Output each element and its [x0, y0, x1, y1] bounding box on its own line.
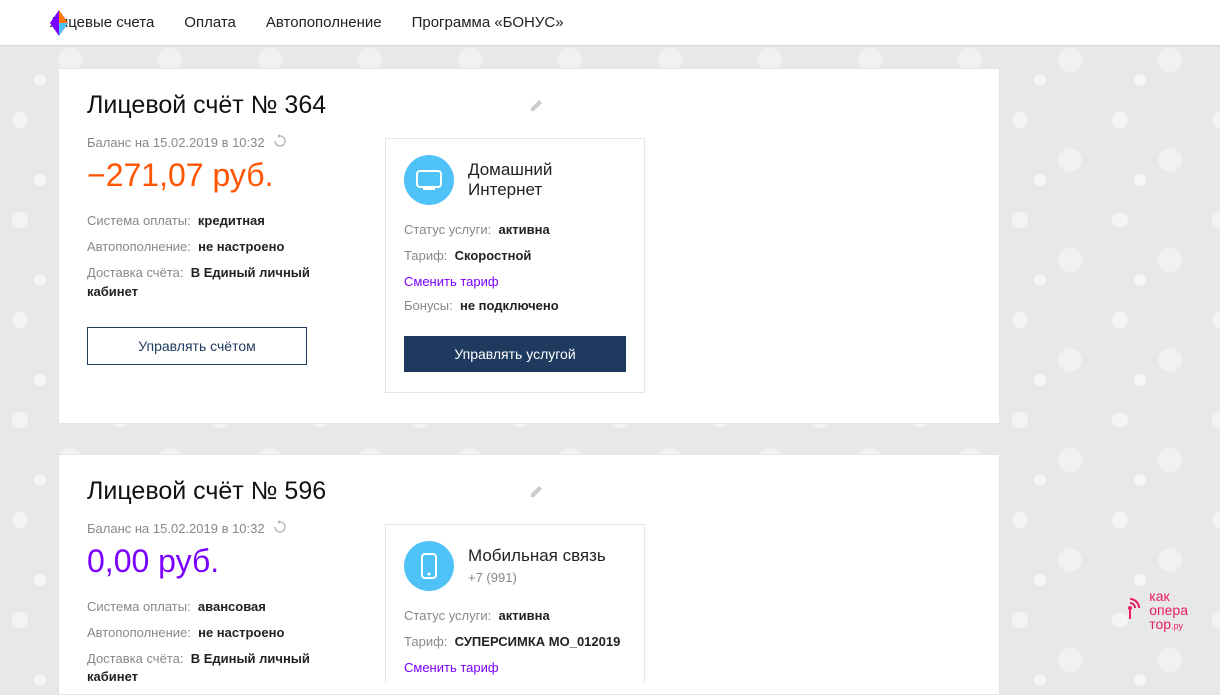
service-phone: +7 (991)	[468, 570, 606, 585]
service-name: Домашний Интернет	[468, 160, 626, 200]
balance-amount: 0,00 руб.	[87, 543, 357, 580]
balance-timestamp: Баланс на 15.02.2019 в 10:32	[87, 134, 357, 151]
top-nav: Лицевые счета Оплата Автопополнение Прог…	[0, 0, 1220, 46]
service-card: Мобильная связь +7 (991) Статус услуги: …	[385, 524, 645, 683]
nav-autopay[interactable]: Автопополнение	[266, 14, 382, 31]
manage-service-button[interactable]: Управлять услугой	[404, 336, 626, 372]
watermark-icon	[1117, 595, 1143, 626]
account-info: Баланс на 15.02.2019 в 10:32 0,00 руб. С…	[87, 520, 357, 695]
service-status-line: Статус услуги: активна	[404, 221, 626, 239]
service-status-line: Статус услуги: активна	[404, 607, 626, 625]
mobile-icon	[404, 541, 454, 591]
refresh-icon[interactable]	[273, 520, 287, 537]
change-tariff-link[interactable]: Сменить тариф	[404, 274, 499, 289]
watermark: как опера тор.ру	[1117, 589, 1188, 631]
service-bonus-line: Бонусы: не подключено	[404, 297, 626, 315]
edit-icon[interactable]	[529, 483, 545, 504]
service-card: Домашний Интернет Статус услуги: активна…	[385, 138, 645, 393]
service-tariff-line: Тариф: СУПЕРСИМКА МО_012019	[404, 633, 626, 651]
nav-bonus[interactable]: Программа «БОНУС»	[412, 14, 564, 31]
balance-amount: −271,07 руб.	[87, 157, 357, 194]
change-tariff-link[interactable]: Сменить тариф	[404, 660, 499, 675]
autopay-line: Автопополнение: не настроено	[87, 238, 357, 256]
manage-account-button[interactable]: Управлять счётом	[87, 327, 307, 365]
nav-payment[interactable]: Оплата	[184, 14, 236, 31]
balance-timestamp: Баланс на 15.02.2019 в 10:32	[87, 520, 357, 537]
delivery-line: Доставка счёта: В Единый личный кабинет	[87, 264, 357, 300]
logo-icon	[50, 10, 68, 36]
account-card: Лицевой счёт № 364 Баланс на 15.02.2019 …	[58, 68, 1000, 424]
refresh-icon[interactable]	[273, 134, 287, 151]
page-body: Лицевой счёт № 364 Баланс на 15.02.2019 …	[0, 46, 1000, 695]
account-info: Баланс на 15.02.2019 в 10:32 −271,07 руб…	[87, 134, 357, 365]
watermark-text: как опера тор.ру	[1149, 589, 1188, 631]
payment-system-line: Система оплаты: кредитная	[87, 212, 357, 230]
service-name: Мобильная связь	[468, 546, 606, 566]
payment-system-line: Система оплаты: авансовая	[87, 598, 357, 616]
edit-icon[interactable]	[529, 97, 545, 118]
service-tariff-line: Тариф: Скоростной	[404, 247, 626, 265]
delivery-line: Доставка счёта: В Единый личный кабинет	[87, 650, 357, 686]
autopay-line: Автопополнение: не настроено	[87, 624, 357, 642]
internet-icon	[404, 155, 454, 205]
